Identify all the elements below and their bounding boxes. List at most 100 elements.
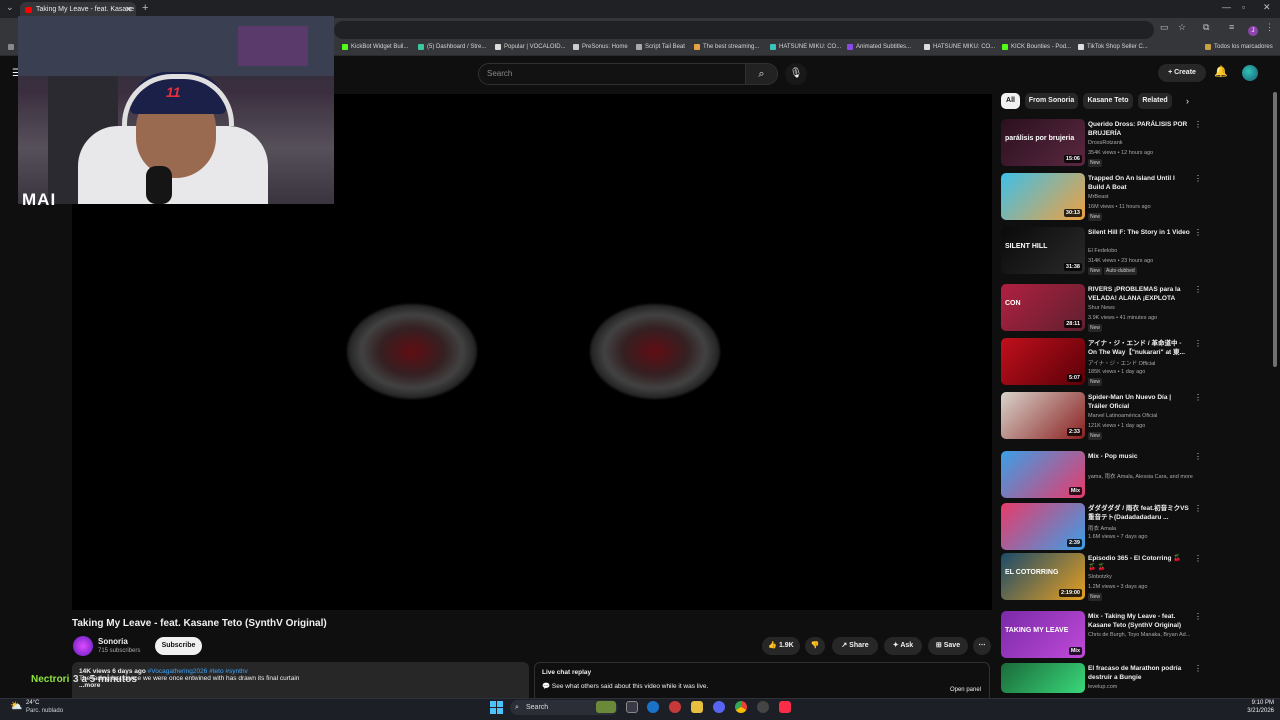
recommendation-thumbnail[interactable]: 5:07 — [1001, 338, 1085, 385]
share-button[interactable]: ↗ Share — [832, 637, 878, 655]
recommendation-channel[interactable]: Slobotzky — [1088, 574, 1200, 580]
bookmark-item[interactable]: TikTok Shop Seller C... — [1078, 44, 1148, 50]
recommendation-thumbnail[interactable]: TAKING MY LEAVE Mix — [1001, 611, 1085, 658]
edge-browser-icon[interactable] — [647, 701, 659, 713]
bookmark-item[interactable]: HATSUNE MIKU: CO... — [770, 44, 841, 50]
hashtags[interactable]: #Vocagathering2026 #teto #synthv — [148, 668, 248, 675]
recommendation-channel[interactable]: Chris de Burgh, Toyo Manaka, Bryan Ad... — [1088, 632, 1200, 638]
save-button[interactable]: ⊞ Save — [928, 637, 968, 655]
new-tab-icon[interactable]: + — [142, 2, 148, 14]
recommendation-thumbnail[interactable]: 30:13 — [1001, 173, 1085, 220]
recommendation-channel[interactable]: El Fedelobo — [1088, 248, 1200, 254]
bookmark-star-icon[interactable]: ☆ — [1178, 22, 1186, 33]
more-actions-button[interactable]: ⋯ — [973, 637, 991, 655]
bookmark-item[interactable]: Script Tail Beat — [636, 44, 685, 50]
recommendation-title[interactable]: Episodio 365 - El Cotorring 🍒 🍒 🍒 — [1088, 554, 1190, 572]
like-button[interactable]: 👍 1.9K — [762, 637, 800, 655]
chip-related[interactable]: Related — [1138, 93, 1172, 109]
close-window-icon[interactable]: ✕ — [1263, 2, 1271, 13]
chevron-right-icon[interactable]: › — [1186, 96, 1189, 106]
profile-avatar[interactable]: J — [1248, 26, 1258, 36]
recommendation-title[interactable]: Querido Dross: PARÁLISIS POR BRUJERÍA — [1088, 120, 1190, 138]
more-options-icon[interactable]: ⋮ — [1194, 612, 1202, 621]
recommendation-thumbnail[interactable]: SILENT HILL 31:38 — [1001, 227, 1085, 274]
bookmark-item[interactable]: Popular | VOCALOID... — [495, 44, 566, 50]
scrollbar[interactable] — [1273, 92, 1277, 367]
settings-gear-icon[interactable] — [757, 701, 769, 713]
bookmark-item[interactable]: Animated Subtitles... — [847, 44, 911, 50]
avatar[interactable] — [1242, 65, 1258, 81]
chip-from-sonoria[interactable]: From Sonoria — [1025, 93, 1078, 109]
recommendation-thumbnail[interactable]: parálisis por brujeria 15:06 — [1001, 119, 1085, 166]
recommendation-title[interactable]: Trapped On An Island Until I Build A Boa… — [1088, 174, 1190, 192]
more-options-icon[interactable]: ⋮ — [1194, 504, 1202, 513]
recommendation-channel[interactable]: levelup.com — [1088, 684, 1200, 690]
channel-avatar[interactable] — [73, 636, 93, 656]
recommendation-channel[interactable]: アイナ・ジ・エンド Official — [1088, 359, 1200, 367]
more-options-icon[interactable]: ⋮ — [1194, 228, 1202, 237]
recommendation-channel[interactable]: MrBeast — [1088, 194, 1200, 200]
chip-all[interactable]: All — [1001, 93, 1020, 109]
bookmark-item[interactable]: KickBot Widget Buil... — [342, 44, 408, 50]
cast-icon[interactable]: ▭ — [1160, 22, 1169, 33]
recommendation-title[interactable]: Silent Hill F: The Story in 1 Video — [1088, 228, 1190, 237]
apps-grid-icon[interactable] — [8, 44, 17, 50]
music-app-icon[interactable] — [779, 701, 791, 713]
file-explorer-icon[interactable] — [691, 701, 703, 713]
notifications-bell-icon[interactable]: 🔔 — [1214, 65, 1228, 78]
chip-kasane-teto[interactable]: Kasane Teto — [1083, 93, 1133, 109]
open-panel-button[interactable]: Open panel — [950, 687, 981, 693]
windows-start-icon[interactable] — [490, 701, 503, 714]
more-options-icon[interactable]: ⋮ — [1194, 285, 1202, 294]
bookmark-item[interactable]: KICK Bounties - Pod... — [1002, 44, 1071, 50]
recommendation-title[interactable]: Spider-Man Un Nuevo Día | Tráiler Oficia… — [1088, 393, 1190, 411]
ask-button[interactable]: ✦ Ask — [884, 637, 922, 655]
more-options-icon[interactable]: ⋮ — [1194, 554, 1202, 563]
recommendation-thumbnail[interactable]: 2:33 — [1001, 392, 1085, 439]
more-options-icon[interactable]: ⋮ — [1194, 339, 1202, 348]
recommendation-thumbnail[interactable]: 2:39 — [1001, 503, 1085, 550]
description-box[interactable]: 14K views 6 days ago #Vocagathering2026 … — [72, 662, 529, 702]
bookmark-item[interactable]: The best streaming... — [694, 44, 759, 50]
minimize-icon[interactable]: — — [1222, 2, 1231, 12]
recommendation-channel[interactable]: 雨衣 Amala — [1088, 524, 1200, 532]
more-options-icon[interactable]: ⋮ — [1194, 120, 1202, 129]
bookmark-item[interactable]: (5) Dashboard / Stre... — [418, 44, 486, 50]
address-bar[interactable] — [334, 21, 1154, 39]
recommendation-thumbnail[interactable]: CON 28:11 — [1001, 284, 1085, 331]
chrome-icon[interactable] — [735, 701, 747, 713]
weather-cloud-icon[interactable]: ⛅ — [10, 701, 22, 712]
search-icon[interactable]: ⌕ — [746, 63, 778, 85]
more-options-icon[interactable]: ⋮ — [1194, 452, 1202, 461]
channel-name[interactable]: Sonoria — [98, 637, 128, 646]
maximize-icon[interactable]: ▫ — [1242, 2, 1245, 12]
microphone-icon[interactable]: 🎙 — [785, 63, 807, 85]
extensions-icon[interactable]: ⧉ — [1203, 22, 1209, 33]
subscribe-button[interactable]: Subscribe — [155, 637, 202, 655]
recommendation-channel[interactable]: DrossRotzank — [1088, 140, 1200, 146]
dislike-button[interactable]: 👎 — [805, 637, 825, 655]
recommendation-title[interactable]: ダダダダダ / 雨衣 feat.初音ミクVS重音テト(Dadadadadaru … — [1088, 504, 1190, 522]
more-options-icon[interactable]: ⋮ — [1194, 393, 1202, 402]
more-options-icon[interactable]: ⋮ — [1194, 174, 1202, 183]
tab-list-icon[interactable]: ⌄ — [6, 2, 14, 13]
taskbar-widget-icon[interactable] — [596, 701, 616, 713]
recommendation-channel[interactable]: Marvel Latinoamérica Oficial — [1088, 413, 1200, 419]
bookmark-item[interactable]: HATSUNE MIKU: CO... — [924, 44, 995, 50]
all-bookmarks-folder[interactable]: Todos los marcadores — [1205, 44, 1273, 50]
bookmark-item[interactable]: PreSonus: Home — [573, 44, 628, 50]
recommendation-title[interactable]: Mix - Taking My Leave - feat. Kasane Tet… — [1088, 612, 1190, 630]
recommendation-thumbnail[interactable] — [1001, 663, 1085, 693]
recommendation-title[interactable]: RIVERS ¡PROBLEMAS para la VELADA! ALANA … — [1088, 285, 1190, 303]
menu-lines-icon[interactable]: ≡ — [1229, 22, 1234, 32]
more-menu-icon[interactable]: ⋮ — [1265, 22, 1274, 33]
recommendation-title[interactable]: El fracaso de Marathon podría destruir a… — [1088, 664, 1190, 682]
more-options-icon[interactable]: ⋮ — [1194, 664, 1202, 673]
recommendation-channel[interactable]: Shur News — [1088, 305, 1200, 311]
recommendation-thumbnail[interactable]: EL COTORRING 2:19:00 — [1001, 553, 1085, 600]
app-icon-red[interactable] — [669, 701, 681, 713]
recommendation-title[interactable]: アイナ・ジ・エンド / 革命道中 - On The Way【"nukarari"… — [1088, 339, 1190, 357]
create-button[interactable]: + Create — [1158, 64, 1206, 82]
recommendation-thumbnail[interactable]: Mix — [1001, 451, 1085, 498]
recommendation-title[interactable]: Mix - Pop music — [1088, 452, 1190, 461]
